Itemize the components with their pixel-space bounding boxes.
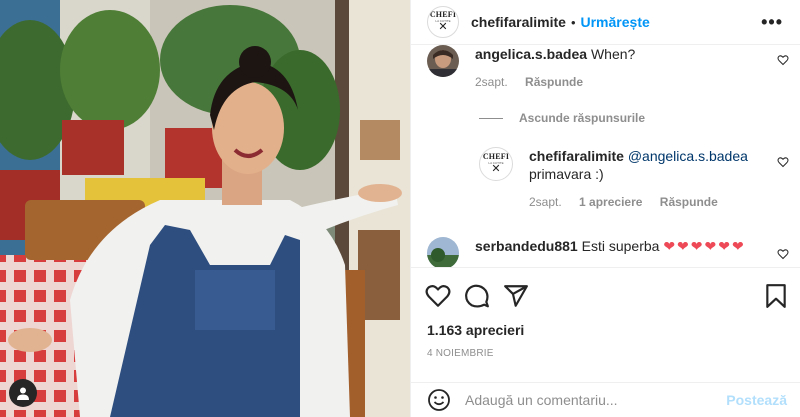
reply-button[interactable]: Răspunde xyxy=(525,75,583,89)
reply-avatar[interactable]: CHEFI LA CUȚITE ✕ xyxy=(479,147,513,181)
reply-username[interactable]: chefifaralimite xyxy=(529,148,624,164)
hide-replies-label: Ascunde răspunsurile xyxy=(519,111,646,125)
heart-icon[interactable] xyxy=(425,283,451,309)
reply-text: primavara :) xyxy=(529,166,604,182)
post-photo[interactable] xyxy=(0,0,410,417)
comment: angelica.s.badea When? 2sapt. Răspunde xyxy=(427,45,791,91)
comment-input[interactable] xyxy=(465,392,715,408)
comment-username[interactable]: angelica.s.badea xyxy=(475,46,587,62)
comment-icon[interactable] xyxy=(464,283,490,309)
comments-list[interactable]: angelica.s.badea When? 2sapt. Răspunde A… xyxy=(411,45,800,267)
account-avatar[interactable]: CHEFI LA CUȚITE ✕ xyxy=(427,6,459,38)
crossed-knives-icon: ✕ xyxy=(491,163,501,175)
account-username[interactable]: chefifaralimite xyxy=(471,14,566,30)
comment-text: When? xyxy=(590,46,636,62)
post-comment-button[interactable]: Postează xyxy=(726,392,787,408)
more-options-icon[interactable]: ••• xyxy=(761,12,783,33)
post-date[interactable]: 4 NOIEMBRIE xyxy=(427,348,494,359)
comment-like-icon[interactable] xyxy=(777,248,789,260)
reply-age[interactable]: 2sapt. xyxy=(529,195,562,209)
logo-text: CHEFI xyxy=(429,10,457,19)
commenter-avatar[interactable] xyxy=(427,237,459,267)
photo-illustration xyxy=(0,0,410,417)
comment-like-icon[interactable] xyxy=(777,54,789,66)
comment-body: serbandedu881 Esti superba ❤❤❤❤❤❤ xyxy=(475,237,746,267)
comment: serbandedu881 Esti superba ❤❤❤❤❤❤ xyxy=(427,237,791,267)
chefi-logo: CHEFI LA CUȚITE ✕ xyxy=(483,153,509,175)
reply-likes[interactable]: 1 apreciere xyxy=(579,195,642,209)
hide-replies-button[interactable]: Ascunde răspunsurile xyxy=(479,111,645,125)
crossed-knives-icon: ✕ xyxy=(438,21,448,33)
emoji-icon[interactable] xyxy=(427,388,451,412)
post-actions xyxy=(411,267,800,323)
reply-button[interactable]: Răspunde xyxy=(660,195,718,209)
hearts-emoji: ❤❤❤❤❤❤ xyxy=(663,238,746,254)
header-separator: • xyxy=(570,14,576,30)
post-header: CHEFI LA CUȚITE ✕ chefifaralimite • Urmă… xyxy=(411,0,800,45)
comment-age[interactable]: 2sapt. xyxy=(475,75,508,89)
reply-meta: 2sapt. 1 apreciere Răspunde xyxy=(529,193,748,211)
reply-like-icon[interactable] xyxy=(777,156,789,168)
commenter-avatar[interactable] xyxy=(427,45,459,77)
chefi-logo: CHEFI LA CUȚITE ✕ xyxy=(430,11,456,33)
comment-meta: 2sapt. Răspunde xyxy=(475,73,635,91)
post-side-panel: CHEFI LA CUȚITE ✕ chefifaralimite • Urmă… xyxy=(410,0,800,417)
comment-body: angelica.s.badea When? 2sapt. Răspunde xyxy=(475,45,635,91)
add-comment-bar: Postează xyxy=(411,382,800,417)
comment-text: Esti superba xyxy=(581,238,660,254)
bookmark-icon[interactable] xyxy=(763,283,789,309)
instagram-post: CHEFI LA CUȚITE ✕ chefifaralimite • Urmă… xyxy=(0,0,800,417)
follow-button[interactable]: Urmărește xyxy=(581,14,650,30)
user-tag-icon[interactable] xyxy=(9,379,37,407)
replies-divider xyxy=(479,117,503,119)
comment-reply: CHEFI LA CUȚITE ✕ chefifaralimite @angel… xyxy=(479,147,791,211)
comment-username[interactable]: serbandedu881 xyxy=(475,238,578,254)
reply-mention[interactable]: @angelica.s.badea xyxy=(628,148,748,164)
likes-count[interactable]: 1.163 aprecieri xyxy=(427,322,524,338)
reply-body: chefifaralimite @angelica.s.badea primav… xyxy=(529,147,748,211)
share-icon[interactable] xyxy=(503,283,529,309)
logo-text: CHEFI xyxy=(482,152,510,161)
